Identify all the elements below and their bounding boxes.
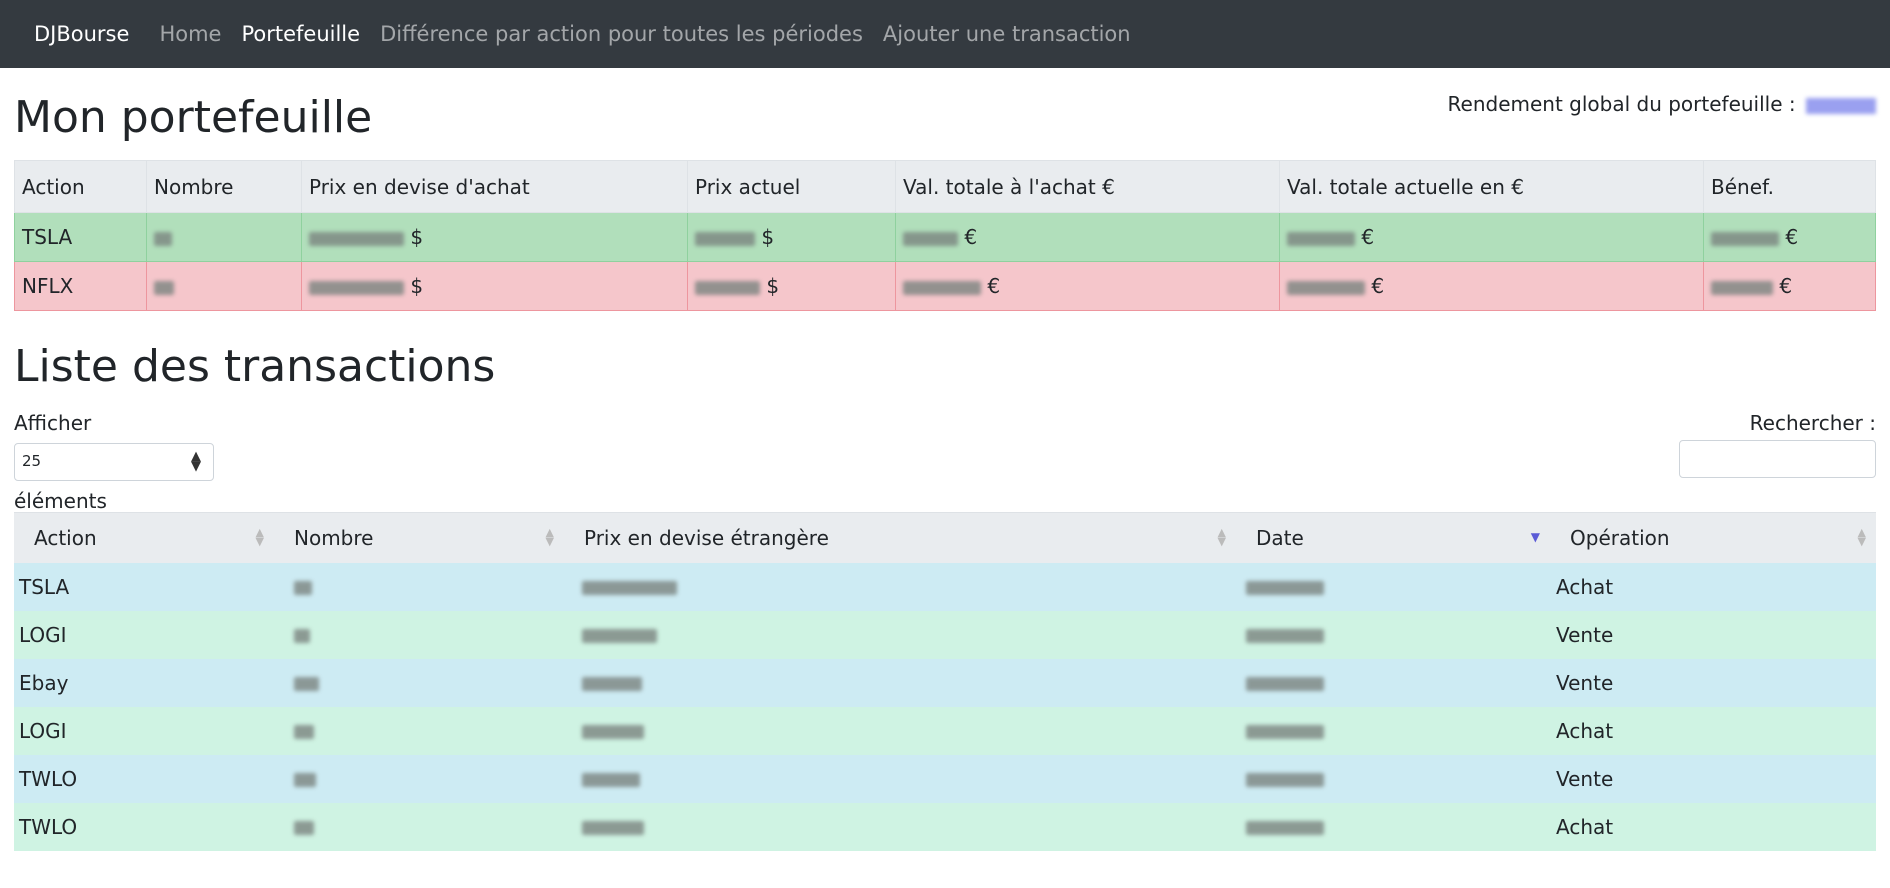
- redacted-value: [294, 581, 312, 595]
- redacted-value: [1246, 821, 1324, 835]
- portfolio-row: NFLX $ $ € € €: [14, 261, 1876, 311]
- global-yield: Rendement global du portefeuille :: [1448, 92, 1876, 116]
- table-row: TWLO Vente: [14, 754, 1876, 803]
- redacted-value: [695, 280, 760, 295]
- yield-value-redacted: [1806, 97, 1876, 114]
- redacted-value: [582, 725, 644, 739]
- currency-unit: €: [987, 274, 1001, 298]
- redacted-value: [1246, 677, 1324, 691]
- redacted-value: [1287, 231, 1355, 246]
- redacted-value: [903, 280, 981, 295]
- redacted-value: [294, 677, 319, 691]
- redacted-value: [309, 280, 404, 295]
- cell-action: TWLO: [14, 754, 274, 803]
- redacted-value: [154, 231, 172, 246]
- redacted-value: [1287, 280, 1365, 295]
- nav-add-transaction[interactable]: Ajouter une transaction: [883, 22, 1131, 46]
- cell-operation: Vente: [1550, 610, 1876, 659]
- cell-operation: Achat: [1550, 706, 1876, 755]
- redacted-value: [309, 231, 404, 246]
- search-input[interactable]: [1679, 440, 1876, 478]
- portfolio-row: TSLA $ $ € € €: [14, 212, 1876, 262]
- cell-operation: Vente: [1550, 658, 1876, 707]
- col-buy-price: Prix en devise d'achat: [301, 160, 688, 213]
- redacted-value: [1711, 231, 1779, 246]
- nav-home[interactable]: Home: [159, 22, 221, 46]
- currency-unit: $: [766, 274, 780, 298]
- col-count: Nombre: [146, 160, 302, 213]
- cell-operation: Vente: [1550, 754, 1876, 803]
- redacted-value: [294, 773, 316, 787]
- sort-icon: ▲ ▼: [255, 526, 264, 548]
- redacted-value: [1246, 629, 1324, 643]
- col-current-price: Prix actuel: [687, 160, 896, 213]
- cell-operation: Achat: [1550, 562, 1876, 611]
- sort-icon: ▲ ▼: [545, 526, 554, 548]
- cell-action: LOGI: [14, 610, 274, 659]
- redacted-value: [294, 725, 314, 739]
- length-label: Afficher: [14, 411, 92, 435]
- col-profit: Bénef.: [1703, 160, 1876, 213]
- col-action: Action: [14, 160, 147, 213]
- cell-action: LOGI: [14, 706, 274, 755]
- currency-unit: $: [410, 225, 424, 249]
- brand-link[interactable]: DJBourse: [34, 22, 129, 46]
- search-label: Rechercher :: [1749, 411, 1876, 435]
- col-price[interactable]: Prix en devise étrangère ▲ ▼: [564, 512, 1236, 563]
- col-date[interactable]: Date ▼: [1236, 512, 1550, 563]
- table-row: LOGI Achat: [14, 706, 1876, 755]
- redacted-value: [903, 231, 958, 246]
- cell-action: TWLO: [14, 802, 274, 851]
- sort-icon: ▲ ▼: [1857, 526, 1866, 548]
- table-row: LOGI Vente: [14, 610, 1876, 659]
- navbar: DJBourse Home Portefeuille Différence pa…: [0, 0, 1890, 68]
- redacted-value: [695, 231, 755, 246]
- table-row: Ebay Vente: [14, 658, 1876, 707]
- currency-unit: $: [410, 274, 424, 298]
- redacted-value: [1246, 725, 1324, 739]
- currency-unit: €: [1371, 274, 1385, 298]
- sort-desc-icon: ▼: [1530, 530, 1540, 544]
- col-operation[interactable]: Opération ▲ ▼: [1550, 512, 1876, 563]
- select-arrows-icon: ▲ ▼: [191, 449, 201, 474]
- redacted-value: [294, 821, 314, 835]
- table-row: TSLA Achat: [14, 562, 1876, 611]
- page-title: Mon portefeuille: [14, 92, 373, 143]
- yield-label: Rendement global du portefeuille :: [1447, 92, 1796, 116]
- nav-difference[interactable]: Différence par action pour toutes les pé…: [380, 22, 863, 46]
- currency-unit: €: [964, 225, 978, 249]
- nav-portfolio[interactable]: Portefeuille: [241, 22, 360, 46]
- cell-operation: Achat: [1550, 802, 1876, 851]
- currency-unit: €: [1361, 225, 1375, 249]
- redacted-value: [582, 581, 677, 595]
- elements-label: éléments: [14, 489, 107, 513]
- redacted-value: [154, 280, 174, 295]
- redacted-value: [1246, 581, 1324, 595]
- col-action[interactable]: Action ▲ ▼: [14, 512, 274, 563]
- redacted-value: [582, 677, 642, 691]
- portfolio-table: Action Nombre Prix en devise d'achat Pri…: [14, 160, 1876, 311]
- currency-unit: €: [1785, 225, 1799, 249]
- redacted-value: [582, 821, 644, 835]
- transactions-title: Liste des transactions: [14, 341, 496, 392]
- currency-unit: €: [1779, 274, 1793, 298]
- transactions-table: Action ▲ ▼ Nombre ▲ ▼ Prix en devise étrangè…: [14, 512, 1876, 851]
- col-buy-total: Val. totale à l'achat €: [895, 160, 1280, 213]
- redacted-value: [1246, 773, 1324, 787]
- redacted-value: [582, 629, 657, 643]
- cell-action: NFLX: [14, 261, 147, 311]
- cell-action: TSLA: [14, 562, 274, 611]
- page-length-select[interactable]: 25 ▲ ▼: [14, 443, 214, 481]
- redacted-value: [582, 773, 640, 787]
- cell-action: TSLA: [14, 212, 147, 262]
- col-count[interactable]: Nombre ▲ ▼: [274, 512, 564, 563]
- col-current-total: Val. totale actuelle en €: [1279, 160, 1704, 213]
- sort-icon: ▲ ▼: [1217, 526, 1226, 548]
- cell-action: Ebay: [14, 658, 274, 707]
- currency-unit: $: [761, 225, 775, 249]
- redacted-value: [294, 629, 310, 643]
- redacted-value: [1711, 280, 1773, 295]
- page-length-value: 25: [22, 452, 42, 470]
- table-row: TWLO Achat: [14, 802, 1876, 851]
